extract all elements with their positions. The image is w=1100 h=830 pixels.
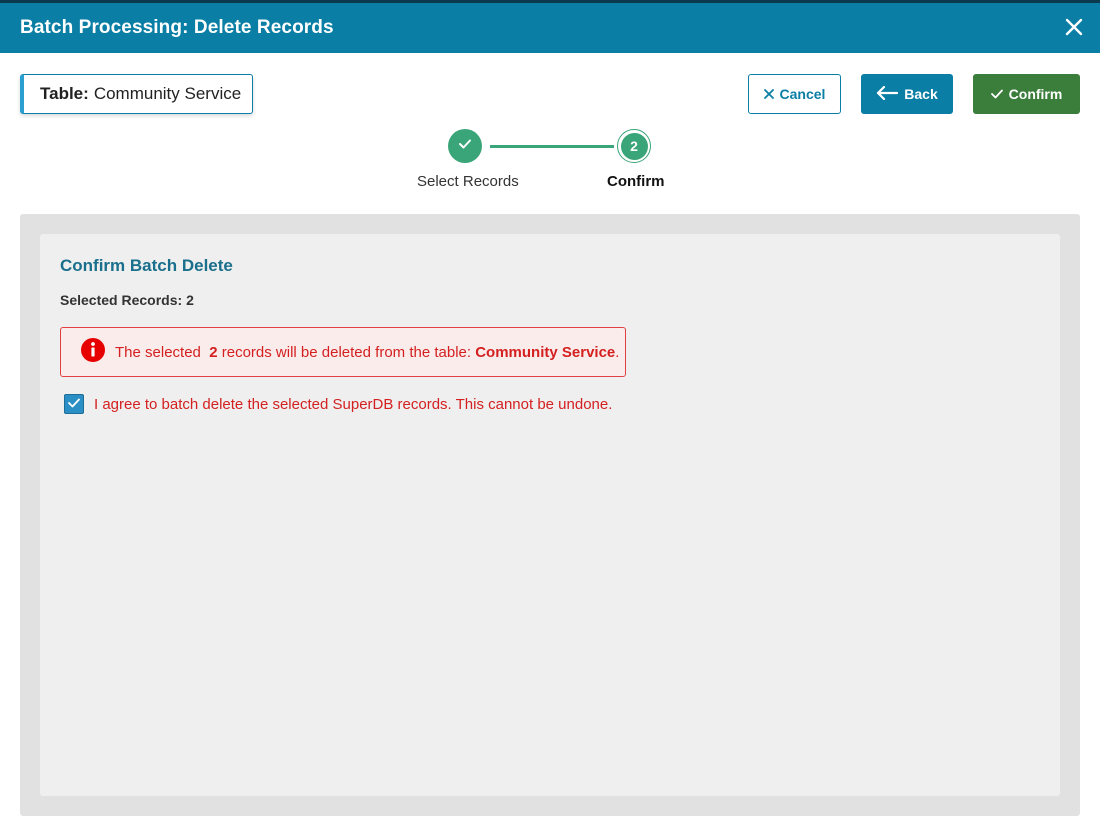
cancel-button[interactable]: Cancel (748, 74, 841, 114)
step-select-records-label: Select Records (417, 173, 519, 190)
alert-message: The selected 2 records will be deleted f… (115, 343, 620, 361)
step-confirm-label: Confirm (607, 173, 665, 190)
step-number: 2 (620, 132, 648, 160)
confirm-card: Confirm Batch Delete Selected Records: 2… (40, 234, 1060, 796)
arrow-left-icon (876, 85, 899, 103)
table-chip-label: Table: (40, 84, 89, 103)
selected-records-label: Selected Records: (60, 292, 183, 308)
content-panel: Confirm Batch Delete Selected Records: 2… (20, 214, 1080, 816)
back-button-label: Back (904, 86, 938, 102)
table-chip-value: Community Service (93, 84, 242, 103)
table-chip: Table: Community Service (20, 74, 253, 114)
check-icon (68, 395, 80, 413)
alert-info-icon (81, 338, 105, 366)
check-icon (458, 137, 472, 155)
dialog-title: Batch Processing: Delete Records (20, 17, 334, 38)
agree-row[interactable]: I agree to batch delete the selected Sup… (64, 394, 612, 414)
agree-label: I agree to batch delete the selected Sup… (94, 395, 613, 413)
selected-records-count: 2 (186, 292, 194, 308)
back-button[interactable]: Back (861, 74, 953, 114)
stepper: 2 Select Records Confirm (0, 128, 1100, 198)
selected-records: Selected Records: 2 (60, 292, 194, 308)
agree-checkbox[interactable] (64, 394, 84, 414)
section-title: Confirm Batch Delete (60, 256, 233, 275)
step-connector (490, 145, 614, 148)
dialog-header: Batch Processing: Delete Records (0, 3, 1100, 53)
delete-warning-alert: The selected 2 records will be deleted f… (60, 327, 626, 377)
close-icon[interactable] (1062, 15, 1086, 39)
check-icon (990, 86, 1003, 102)
confirm-button-label: Confirm (1008, 86, 1063, 102)
confirm-button[interactable]: Confirm (973, 74, 1080, 114)
close-icon (763, 86, 774, 102)
step-select-records-indicator (448, 129, 482, 163)
cancel-button-label: Cancel (779, 86, 826, 102)
step-confirm-indicator: 2 (617, 129, 651, 163)
